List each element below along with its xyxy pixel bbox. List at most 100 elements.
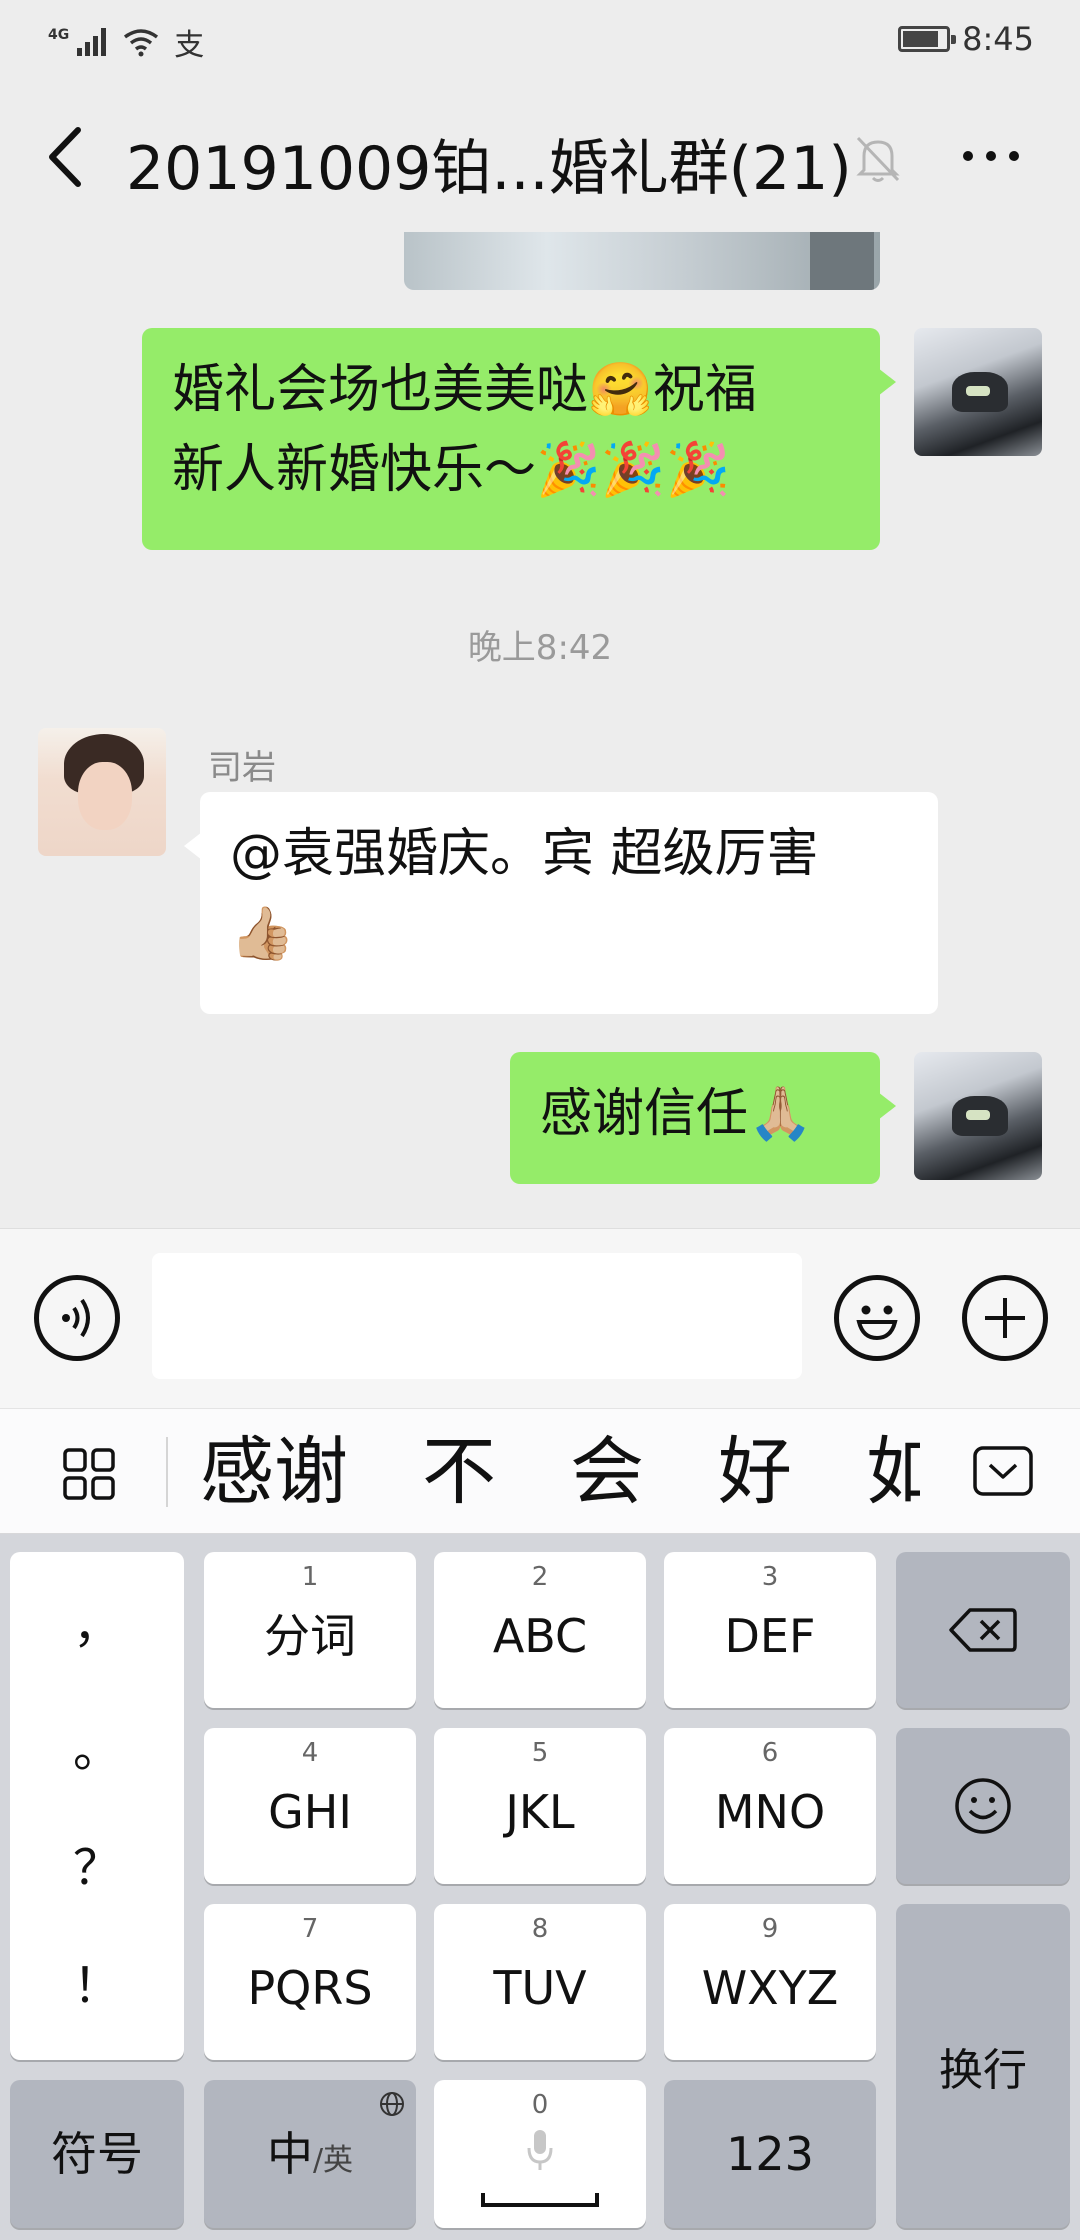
- language-switch-key[interactable]: 中/英: [204, 2080, 416, 2228]
- key-6[interactable]: 6 MNO: [664, 1728, 876, 1884]
- emoji-button[interactable]: [834, 1275, 920, 1361]
- backspace-key[interactable]: [896, 1552, 1070, 1708]
- key-2[interactable]: 2 ABC: [434, 1552, 646, 1708]
- chat-header: 20191009铂...婚礼群(21): [0, 80, 1080, 232]
- punct-key-question[interactable]: ？: [10, 1828, 184, 1898]
- key-label: JKL: [505, 1785, 575, 1839]
- number-mode-key[interactable]: 123: [664, 2080, 876, 2228]
- candidate-list: 感谢 不 会 好 如: [200, 1427, 920, 1517]
- key-number: 7: [301, 1914, 319, 1944]
- key-label: TUV: [493, 1961, 587, 2015]
- sender-avatar[interactable]: [38, 728, 166, 856]
- chat-area[interactable]: 婚礼会场也美美哒🤗祝福 新人新婚快乐～🎉🎉🎉 晚上8:42 司岩 @袁强婚庆。宾…: [0, 232, 1080, 1228]
- chat-title: 20191009铂...婚礼群(21): [126, 134, 852, 204]
- battery-icon: [898, 26, 957, 52]
- key-5[interactable]: 5 JKL: [434, 1728, 646, 1884]
- punct-key-period[interactable]: 。: [10, 1710, 184, 1780]
- clock: 8:45: [962, 20, 1034, 58]
- message-text: 婚礼会场也美美哒: [172, 360, 589, 420]
- symbol-key[interactable]: 符号: [10, 2080, 184, 2228]
- shared-photo-message[interactable]: [404, 232, 880, 290]
- ime-keyboard: ， 。 ？ ！ 1 分词 2 ABC 3 DEF 4 GHI 5 JKL 6 M…: [0, 1534, 1080, 2240]
- key-1[interactable]: 1 分词: [204, 1552, 416, 1708]
- candidate-word[interactable]: 会: [570, 1427, 644, 1517]
- divider: [166, 1437, 168, 1507]
- network-type: 4G: [48, 27, 70, 43]
- key-3[interactable]: 3 DEF: [664, 1552, 876, 1708]
- more-functions-button[interactable]: [962, 1275, 1048, 1361]
- punctuation-column[interactable]: ， 。 ？ ！: [10, 1552, 184, 2060]
- key-sub-label: /英: [312, 2143, 354, 2178]
- hugging-emoji-icon: 🤗: [588, 360, 653, 420]
- folded-hands-emoji-icon: 🙏🏼: [748, 1084, 813, 1144]
- space-bar-icon: [481, 2193, 599, 2207]
- message-text: 新人新婚快乐～: [172, 440, 537, 500]
- message-input[interactable]: [152, 1253, 802, 1379]
- message-text: @袁强婚庆。宾 超级厉害: [230, 824, 819, 884]
- ime-candidate-bar: 感谢 不 会 好 如: [0, 1408, 1080, 1534]
- thumbs-up-emoji-icon: 👍🏼: [230, 904, 295, 964]
- message-text: 感谢信任: [540, 1084, 749, 1144]
- key-label: MNO: [714, 1785, 826, 1839]
- smiley-icon: [856, 1305, 898, 1341]
- enter-key[interactable]: 换行: [896, 1904, 1070, 2228]
- key-9[interactable]: 9 WXYZ: [664, 1904, 876, 2060]
- key-number: 8: [531, 1914, 549, 1944]
- key-label: GHI: [268, 1785, 352, 1839]
- candidate-word[interactable]: 如: [866, 1427, 920, 1517]
- voice-icon: [62, 1298, 90, 1338]
- key-number: 0: [531, 2090, 549, 2120]
- key-number: 5: [531, 1738, 549, 1768]
- mute-bell-icon: [856, 136, 900, 182]
- key-number: 3: [761, 1562, 779, 1592]
- voice-input-button[interactable]: [34, 1275, 120, 1361]
- smiley-icon: [955, 1778, 1011, 1834]
- message-text: 祝福: [652, 360, 757, 420]
- party-popper-emoji-icon: 🎉🎉🎉: [536, 440, 731, 500]
- my-avatar[interactable]: [914, 1052, 1042, 1180]
- key-4[interactable]: 4 GHI: [204, 1728, 416, 1884]
- key-label: 符号: [51, 2127, 143, 2181]
- microphone-icon: [527, 2130, 553, 2170]
- emoji-key[interactable]: [896, 1728, 1070, 1884]
- key-number: 1: [301, 1562, 319, 1592]
- key-7[interactable]: 7 PQRS: [204, 1904, 416, 2060]
- punct-key-comma[interactable]: ，: [10, 1586, 184, 1656]
- status-bar: 4G 支 8:45: [0, 0, 1080, 80]
- key-label: 中: [266, 2127, 313, 2181]
- key-number: 6: [761, 1738, 779, 1768]
- collapse-keyboard-icon[interactable]: [972, 1445, 1034, 1497]
- message-input-bar: [0, 1228, 1080, 1408]
- my-message-bubble[interactable]: 婚礼会场也美美哒🤗祝福 新人新婚快乐～🎉🎉🎉: [142, 328, 896, 550]
- candidate-word[interactable]: 不: [422, 1427, 496, 1517]
- plus-icon: [985, 1298, 1025, 1338]
- message-timestamp: 晚上8:42: [467, 628, 613, 668]
- photo-logo: [810, 232, 874, 290]
- globe-icon: [380, 2092, 404, 2116]
- key-label: DEF: [724, 1609, 816, 1663]
- grid-menu-icon[interactable]: [62, 1447, 116, 1501]
- space-key[interactable]: 0: [434, 2080, 646, 2228]
- key-label: WXYZ: [701, 1961, 839, 2015]
- punct-key-exclaim[interactable]: ！: [10, 1946, 184, 2016]
- key-number: 9: [761, 1914, 779, 1944]
- key-number: 4: [301, 1738, 319, 1768]
- key-number: 2: [531, 1562, 549, 1592]
- pay-status-icon: 支: [174, 28, 205, 63]
- key-label: 123: [726, 2127, 814, 2181]
- key-8[interactable]: 8 TUV: [434, 1904, 646, 2060]
- key-label: 分词: [264, 1609, 356, 1663]
- wifi-icon: [124, 29, 159, 57]
- candidate-word[interactable]: 好: [718, 1427, 792, 1517]
- my-message-bubble[interactable]: 感谢信任🙏🏼: [510, 1052, 896, 1184]
- back-arrow-icon[interactable]: [40, 122, 90, 192]
- more-options-icon[interactable]: [956, 136, 1026, 176]
- signal-icon: [77, 28, 107, 56]
- key-label: PQRS: [247, 1961, 373, 2015]
- enter-label: 换行: [939, 2045, 1027, 2096]
- candidate-word[interactable]: 感谢: [200, 1427, 348, 1517]
- my-avatar[interactable]: [914, 328, 1042, 456]
- sender-name: 司岩: [208, 748, 276, 788]
- received-message-bubble[interactable]: @袁强婚庆。宾 超级厉害 👍🏼: [184, 792, 938, 1014]
- key-label: ABC: [492, 1609, 588, 1663]
